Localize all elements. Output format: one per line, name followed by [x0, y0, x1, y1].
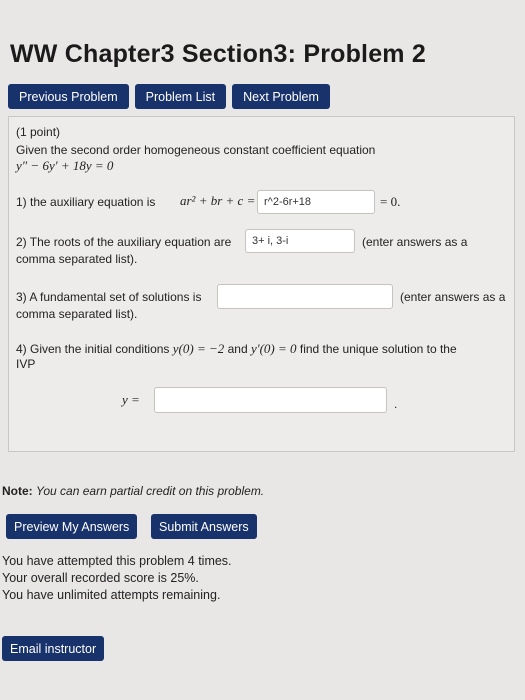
q3-hint-continued: comma separated list).	[16, 307, 138, 321]
problem-equation: y″ − 6y′ + 18y = 0	[16, 158, 114, 173]
q4-label: 4) Given the initial conditions y(0) = −…	[16, 341, 457, 357]
q4-label-end: find the unique solution to the	[299, 342, 457, 356]
email-instructor-button[interactable]: Email instructor	[2, 636, 105, 661]
preview-answers-button[interactable]: Preview My Answers	[6, 514, 138, 539]
note-text: You can earn partial credit on this prob…	[36, 484, 265, 498]
q4-y-label: y =	[122, 392, 140, 407]
q3-hint: (enter answers as a	[400, 290, 506, 304]
problem-nav: Previous Problem Problem List Next Probl…	[8, 84, 330, 109]
q4-condition-y0: y(0) = −2	[172, 341, 225, 356]
submit-answers-button[interactable]: Submit Answers	[151, 514, 257, 539]
q2-answer-input[interactable]: 3+ i, 3-i	[245, 229, 355, 253]
q4-answer-input[interactable]	[154, 387, 387, 413]
q4-label-start: 4) Given the initial conditions	[16, 342, 170, 356]
q3-answer-input[interactable]	[217, 284, 393, 309]
problem-statement: Given the second order homogeneous const…	[16, 143, 376, 157]
q2-hint: (enter answers as a	[362, 235, 468, 249]
problem-list-button[interactable]: Problem List	[134, 84, 227, 109]
q1-suffix: = 0.	[380, 194, 401, 209]
score-text: Your overall recorded score is 25%.	[2, 571, 199, 585]
page: WW Chapter3 Section3: Problem 2 Previous…	[0, 0, 525, 700]
remaining-text: You have unlimited attempts remaining.	[2, 588, 221, 602]
q2-hint-continued: comma separated list).	[16, 252, 138, 266]
problem-body: (1 point) Given the second order homogen…	[8, 116, 515, 452]
q4-and: and	[227, 342, 248, 356]
problem-points: (1 point)	[16, 125, 61, 139]
page-title: WW Chapter3 Section3: Problem 2	[10, 40, 426, 68]
next-problem-button[interactable]: Next Problem	[232, 84, 330, 109]
q1-expression: ar² + br + c =	[180, 193, 256, 208]
q3-label: 3) A fundamental set of solutions is	[16, 290, 202, 304]
q1-answer-input[interactable]: r^2-6r+18	[257, 190, 375, 214]
partial-credit-note: Note: You can earn partial credit on thi…	[2, 484, 264, 498]
q4-condition-yprime0: y′(0) = 0	[250, 341, 297, 356]
previous-problem-button[interactable]: Previous Problem	[8, 84, 129, 109]
attempts-text: You have attempted this problem 4 times.	[2, 554, 232, 568]
q4-suffix: .	[394, 397, 398, 411]
q2-label: 2) The roots of the auxiliary equation a…	[16, 235, 232, 249]
note-label: Note:	[2, 484, 33, 498]
q4-label-ivp: IVP	[16, 357, 36, 371]
q1-label: 1) the auxiliary equation is	[16, 195, 156, 209]
